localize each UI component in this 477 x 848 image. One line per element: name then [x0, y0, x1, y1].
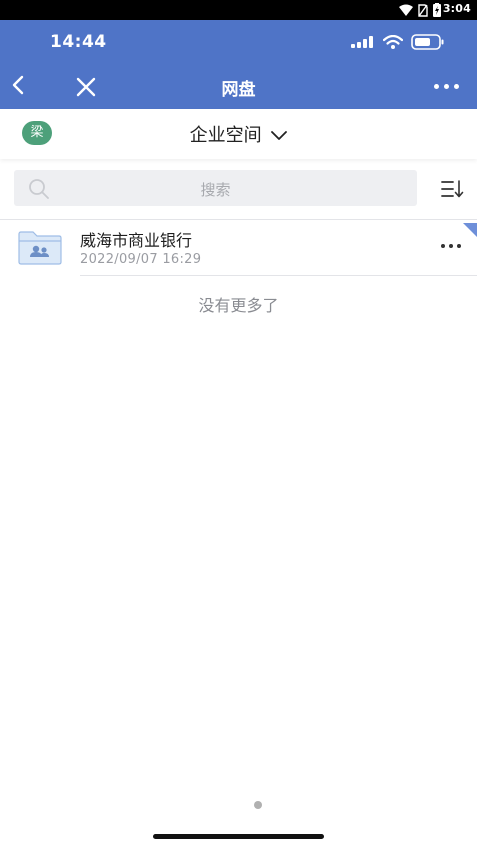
more-dot-icon: [454, 84, 459, 89]
folder-name: 威海市商业银行: [80, 231, 193, 250]
item-more-button[interactable]: [441, 244, 461, 248]
more-dot-icon: [434, 84, 439, 89]
shared-folder-icon: [18, 231, 62, 265]
search-placeholder: 搜索: [200, 181, 231, 199]
system-status-icons: [399, 3, 441, 17]
signal-icon: [351, 36, 373, 48]
corner-marker-icon: [463, 223, 477, 237]
folder-modified-time: 2022/09/07 16:29: [80, 252, 202, 267]
battery-icon: [411, 34, 444, 50]
search-input[interactable]: 搜索: [14, 170, 417, 206]
inner-status-icons: [351, 34, 445, 50]
chevron-down-icon: [271, 131, 288, 140]
system-status-bar: 3:04: [0, 0, 477, 20]
more-menu-button[interactable]: [434, 84, 459, 89]
app-header: 14:44 网盘: [0, 20, 477, 109]
inner-status-time: 14:44: [50, 32, 107, 52]
list-item[interactable]: 威海市商业银行 2022/09/07 16:29: [0, 220, 477, 275]
more-dot-icon: [441, 244, 445, 248]
more-dot-icon: [444, 84, 449, 89]
system-clock: 3:04: [442, 2, 471, 15]
space-selector-dropdown[interactable]: 企业空间: [0, 121, 477, 147]
battery-charging-icon: [433, 3, 441, 17]
sort-icon[interactable]: [440, 179, 464, 199]
wifi-icon: [399, 4, 413, 16]
list-end-text: 没有更多了: [198, 296, 279, 315]
space-bar: 梁 企业空间: [0, 109, 477, 159]
home-indicator[interactable]: [153, 834, 324, 839]
wifi-icon: [383, 35, 403, 49]
page-indicator-dot: [254, 801, 262, 809]
no-sim-icon: [418, 3, 428, 17]
more-dot-icon: [457, 244, 461, 248]
divider: [80, 275, 477, 276]
page-title: 网盘: [221, 80, 256, 100]
space-selector-label: 企业空间: [189, 125, 262, 146]
more-dot-icon: [449, 244, 453, 248]
